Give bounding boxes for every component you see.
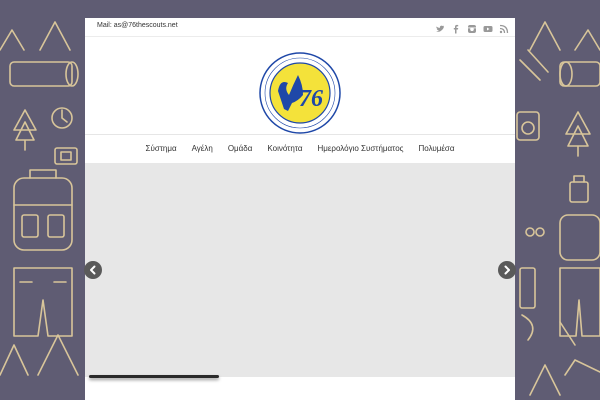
logo-emblem: 76 xyxy=(259,52,341,134)
youtube-icon[interactable] xyxy=(483,21,493,32)
nav-item-media[interactable]: Πολυμέσα xyxy=(411,135,462,163)
slider-next-button[interactable] xyxy=(498,261,516,279)
nav-item-system[interactable]: Σύστημα xyxy=(138,135,184,163)
top-bar: Mail: as@76thescouts.net xyxy=(85,18,515,37)
nav-item-community[interactable]: Κοινότητα xyxy=(260,135,310,163)
mail-contact[interactable]: Mail: as@76thescouts.net xyxy=(97,22,178,29)
facebook-icon[interactable] xyxy=(451,21,461,34)
instagram-icon[interactable] xyxy=(467,21,477,33)
chevron-right-icon xyxy=(504,265,510,275)
slider-shadow xyxy=(89,375,219,378)
social-links xyxy=(435,21,509,34)
site-logo[interactable]: 76 xyxy=(258,51,342,135)
nav-item-troop[interactable]: Ομάδα xyxy=(220,135,260,163)
nav-item-calendar[interactable]: Ημερολόγιο Συστήματος xyxy=(310,135,411,163)
main-navigation: Σύστημα Αγέλη Ομάδα Κοινότητα Ημερολόγιο… xyxy=(85,134,515,164)
page-container: Mail: as@76thescouts.net 76 Σύστημα Αγέλ… xyxy=(84,18,516,400)
rss-icon[interactable] xyxy=(499,21,509,34)
nav-item-pack[interactable]: Αγέλη xyxy=(184,135,220,163)
slider-prev-button[interactable] xyxy=(84,261,102,279)
chevron-left-icon xyxy=(90,265,96,275)
image-slider xyxy=(84,163,516,377)
logo-number: 76 xyxy=(299,86,323,112)
twitter-icon[interactable] xyxy=(435,21,445,32)
